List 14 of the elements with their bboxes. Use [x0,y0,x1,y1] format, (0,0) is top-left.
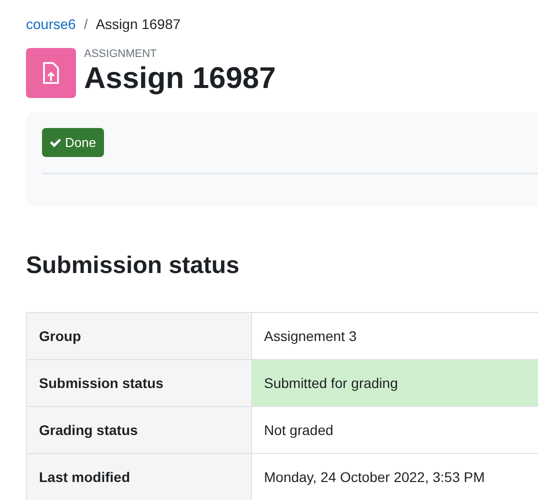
section-heading: Submission status [26,251,240,281]
row-label: Submission status [27,360,252,406]
done-button[interactable]: Done [42,128,104,157]
breadcrumb-current: Assign 16987 [96,14,181,34]
activity-type-label: ASSIGNMENT [84,48,158,60]
breadcrumb-separator: / [84,14,88,34]
row-label: Last modified [27,454,252,500]
page-title: Assign 16987 [84,60,276,97]
row-label: Group [27,313,252,359]
row-value: Submitted for grading [252,360,538,406]
check-icon [50,138,61,148]
row-label: Grading status [27,407,252,453]
assignment-icon [26,48,76,98]
breadcrumb-link[interactable]: course6 [26,14,76,34]
